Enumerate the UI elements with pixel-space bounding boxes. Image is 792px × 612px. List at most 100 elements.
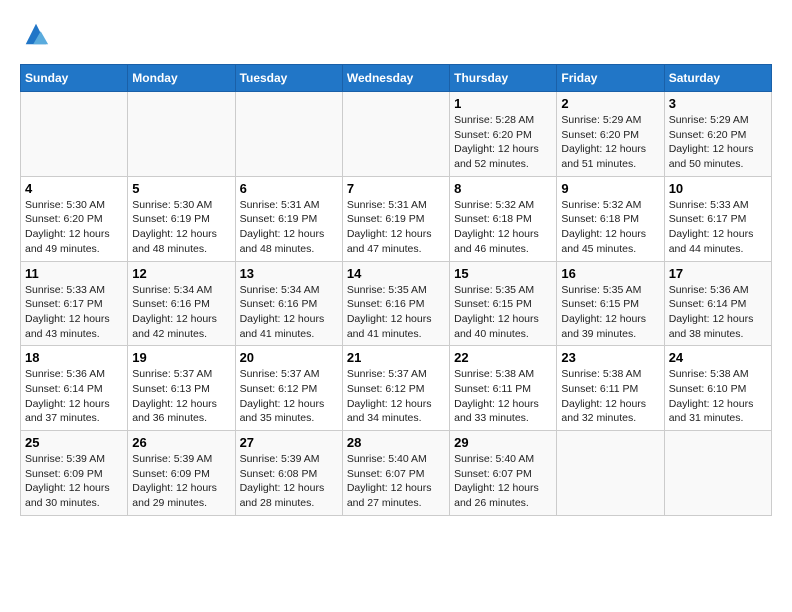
day-number: 26 xyxy=(132,435,230,450)
day-info: Sunrise: 5:39 AM Sunset: 6:09 PM Dayligh… xyxy=(25,452,123,511)
day-number: 2 xyxy=(561,96,659,111)
calendar-cell: 21Sunrise: 5:37 AM Sunset: 6:12 PM Dayli… xyxy=(342,346,449,431)
day-info: Sunrise: 5:31 AM Sunset: 6:19 PM Dayligh… xyxy=(240,198,338,257)
calendar-cell: 15 Sunrise: 5:35 AM Sunset: 6:15 PM Dayli… xyxy=(450,261,557,346)
day-number: 12 xyxy=(132,266,230,281)
calendar-cell: 6 Sunrise: 5:31 AM Sunset: 6:19 PM Daylig… xyxy=(235,176,342,261)
calendar-week-row: 1 Sunrise: 5:28 AM Sunset: 6:20 PM Daylig… xyxy=(21,92,772,177)
calendar-cell: 25 Sunrise: 5:39 AM Sunset: 6:09 PM Dayli… xyxy=(21,431,128,516)
column-header-thursday: Thursday xyxy=(450,65,557,92)
day-info: Sunrise: 5:35 AM Sunset: 6:15 PM Dayligh… xyxy=(454,283,552,342)
day-number: 14 xyxy=(347,266,445,281)
day-info: Sunrise: 5:36 AM Sunset: 6:14 PM Dayligh… xyxy=(669,283,767,342)
calendar-cell xyxy=(664,431,771,516)
day-info: Sunrise: 5:40 AM Sunset: 6:07 PM Dayligh… xyxy=(454,452,552,511)
day-info: Sunrise: 5:37 AM Sunset: 6:12 PM Dayligh… xyxy=(240,367,338,426)
calendar-week-row: 18 Sunrise: 5:36 AM Sunset: 6:14 PM Dayli… xyxy=(21,346,772,431)
calendar-cell: 28Sunrise: 5:40 AM Sunset: 6:07 PM Dayli… xyxy=(342,431,449,516)
day-info: Sunrise: 5:30 AM Sunset: 6:19 PM Dayligh… xyxy=(132,198,230,257)
day-number: 11 xyxy=(25,266,123,281)
day-info: Sunrise: 5:28 AM Sunset: 6:20 PM Dayligh… xyxy=(454,113,552,172)
calendar-cell: 4 Sunrise: 5:30 AM Sunset: 6:20 PM Daylig… xyxy=(21,176,128,261)
calendar-cell: 23 Sunrise: 5:38 AM Sunset: 6:11 PM Dayli… xyxy=(557,346,664,431)
day-number: 1 xyxy=(454,96,552,111)
day-info: Sunrise: 5:36 AM Sunset: 6:14 PM Dayligh… xyxy=(25,367,123,426)
day-number: 7 xyxy=(347,181,445,196)
calendar-cell: 26 Sunrise: 5:39 AM Sunset: 6:09 PM Dayli… xyxy=(128,431,235,516)
day-info: Sunrise: 5:29 AM Sunset: 6:20 PM Dayligh… xyxy=(669,113,767,172)
calendar-cell: 20 Sunrise: 5:37 AM Sunset: 6:12 PM Dayli… xyxy=(235,346,342,431)
calendar-cell: 19 Sunrise: 5:37 AM Sunset: 6:13 PM Dayli… xyxy=(128,346,235,431)
calendar-cell: 22 Sunrise: 5:38 AM Sunset: 6:11 PM Dayli… xyxy=(450,346,557,431)
calendar-cell: 3 Sunrise: 5:29 AM Sunset: 6:20 PM Daylig… xyxy=(664,92,771,177)
day-number: 25 xyxy=(25,435,123,450)
calendar-cell: 7 Sunrise: 5:31 AM Sunset: 6:19 PM Daylig… xyxy=(342,176,449,261)
calendar-cell: 13 Sunrise: 5:34 AM Sunset: 6:16 PM Dayli… xyxy=(235,261,342,346)
day-number: 24 xyxy=(669,350,767,365)
calendar-cell: 11 Sunrise: 5:33 AM Sunset: 6:17 PM Dayli… xyxy=(21,261,128,346)
day-number: 13 xyxy=(240,266,338,281)
day-number: 18 xyxy=(25,350,123,365)
calendar-cell xyxy=(557,431,664,516)
day-info: Sunrise: 5:35 AM Sunset: 6:15 PM Dayligh… xyxy=(561,283,659,342)
column-header-saturday: Saturday xyxy=(664,65,771,92)
column-header-sunday: Sunday xyxy=(21,65,128,92)
day-number: 3 xyxy=(669,96,767,111)
calendar-body: 1 Sunrise: 5:28 AM Sunset: 6:20 PM Daylig… xyxy=(21,92,772,516)
day-info: Sunrise: 5:34 AM Sunset: 6:16 PM Dayligh… xyxy=(132,283,230,342)
column-header-wednesday: Wednesday xyxy=(342,65,449,92)
calendar-cell: 9 Sunrise: 5:32 AM Sunset: 6:18 PM Daylig… xyxy=(557,176,664,261)
calendar-cell: 12 Sunrise: 5:34 AM Sunset: 6:16 PM Dayli… xyxy=(128,261,235,346)
calendar-table: SundayMondayTuesdayWednesdayThursdayFrid… xyxy=(20,64,772,516)
calendar-cell: 17 Sunrise: 5:36 AM Sunset: 6:14 PM Dayli… xyxy=(664,261,771,346)
calendar-cell xyxy=(342,92,449,177)
column-header-monday: Monday xyxy=(128,65,235,92)
calendar-week-row: 25 Sunrise: 5:39 AM Sunset: 6:09 PM Dayli… xyxy=(21,431,772,516)
day-info: Sunrise: 5:38 AM Sunset: 6:11 PM Dayligh… xyxy=(454,367,552,426)
calendar-cell: 1 Sunrise: 5:28 AM Sunset: 6:20 PM Daylig… xyxy=(450,92,557,177)
day-number: 5 xyxy=(132,181,230,196)
day-number: 17 xyxy=(669,266,767,281)
page-header xyxy=(20,20,772,48)
day-number: 4 xyxy=(25,181,123,196)
day-info: Sunrise: 5:33 AM Sunset: 6:17 PM Dayligh… xyxy=(25,283,123,342)
calendar-week-row: 11 Sunrise: 5:33 AM Sunset: 6:17 PM Dayli… xyxy=(21,261,772,346)
day-info: Sunrise: 5:32 AM Sunset: 6:18 PM Dayligh… xyxy=(561,198,659,257)
day-info: Sunrise: 5:38 AM Sunset: 6:11 PM Dayligh… xyxy=(561,367,659,426)
day-info: Sunrise: 5:39 AM Sunset: 6:08 PM Dayligh… xyxy=(240,452,338,511)
day-number: 8 xyxy=(454,181,552,196)
calendar-week-row: 4 Sunrise: 5:30 AM Sunset: 6:20 PM Daylig… xyxy=(21,176,772,261)
calendar-cell: 10Sunrise: 5:33 AM Sunset: 6:17 PM Dayli… xyxy=(664,176,771,261)
calendar-cell: 2Sunrise: 5:29 AM Sunset: 6:20 PM Daylig… xyxy=(557,92,664,177)
day-number: 19 xyxy=(132,350,230,365)
day-info: Sunrise: 5:32 AM Sunset: 6:18 PM Dayligh… xyxy=(454,198,552,257)
day-info: Sunrise: 5:38 AM Sunset: 6:10 PM Dayligh… xyxy=(669,367,767,426)
day-number: 22 xyxy=(454,350,552,365)
day-number: 16 xyxy=(561,266,659,281)
day-number: 20 xyxy=(240,350,338,365)
calendar-header-row: SundayMondayTuesdayWednesdayThursdayFrid… xyxy=(21,65,772,92)
day-info: Sunrise: 5:40 AM Sunset: 6:07 PM Dayligh… xyxy=(347,452,445,511)
calendar-cell: 24 Sunrise: 5:38 AM Sunset: 6:10 PM Dayli… xyxy=(664,346,771,431)
day-number: 9 xyxy=(561,181,659,196)
logo xyxy=(20,20,50,48)
calendar-cell xyxy=(235,92,342,177)
column-header-friday: Friday xyxy=(557,65,664,92)
calendar-cell: 14 Sunrise: 5:35 AM Sunset: 6:16 PM Dayli… xyxy=(342,261,449,346)
calendar-cell xyxy=(128,92,235,177)
day-number: 15 xyxy=(454,266,552,281)
day-number: 10 xyxy=(669,181,767,196)
calendar-cell xyxy=(21,92,128,177)
day-info: Sunrise: 5:39 AM Sunset: 6:09 PM Dayligh… xyxy=(132,452,230,511)
day-info: Sunrise: 5:35 AM Sunset: 6:16 PM Dayligh… xyxy=(347,283,445,342)
day-info: Sunrise: 5:34 AM Sunset: 6:16 PM Dayligh… xyxy=(240,283,338,342)
day-info: Sunrise: 5:37 AM Sunset: 6:13 PM Dayligh… xyxy=(132,367,230,426)
day-info: Sunrise: 5:30 AM Sunset: 6:20 PM Dayligh… xyxy=(25,198,123,257)
day-number: 23 xyxy=(561,350,659,365)
calendar-cell: 5 Sunrise: 5:30 AM Sunset: 6:19 PM Daylig… xyxy=(128,176,235,261)
day-number: 6 xyxy=(240,181,338,196)
day-number: 29 xyxy=(454,435,552,450)
calendar-cell: 29 Sunrise: 5:40 AM Sunset: 6:07 PM Dayli… xyxy=(450,431,557,516)
day-info: Sunrise: 5:31 AM Sunset: 6:19 PM Dayligh… xyxy=(347,198,445,257)
calendar-cell: 16 Sunrise: 5:35 AM Sunset: 6:15 PM Dayli… xyxy=(557,261,664,346)
